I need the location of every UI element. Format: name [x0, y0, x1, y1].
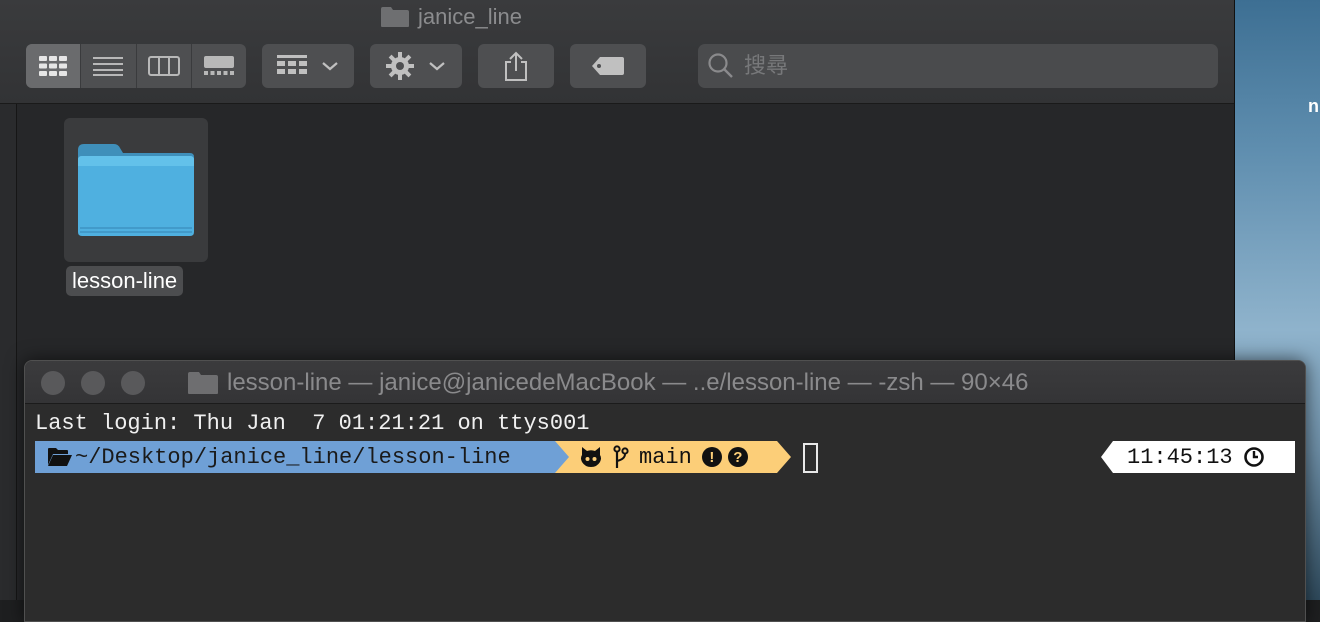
clock-icon — [1243, 447, 1264, 467]
desktop-partial-text: n — [1308, 96, 1319, 116]
terminal-title-text: lesson-line — janice@janicedeMacBook — .… — [227, 369, 1029, 396]
sidebar-edge — [0, 104, 17, 600]
prompt-path: ~/Desktop/janice_line/lesson-line — [75, 444, 511, 470]
prompt-path-segment: ~/Desktop/janice_line/lesson-line — [35, 441, 555, 473]
exclamation-icon: ! — [701, 447, 722, 467]
prompt-separator-arrow — [777, 441, 791, 473]
finder-toolbar: janice_line — [0, 0, 1234, 104]
gallery-view-button[interactable] — [192, 44, 246, 88]
minimize-button[interactable] — [81, 371, 105, 395]
close-button[interactable] — [41, 371, 65, 395]
tag-icon — [592, 57, 624, 75]
grid-icon — [39, 56, 68, 76]
terminal-titlebar: lesson-line — janice@janicedeMacBook — .… — [25, 361, 1305, 404]
gallery-icon — [203, 56, 234, 75]
question-icon: ? — [727, 447, 748, 467]
column-view-button[interactable] — [137, 44, 192, 88]
git-branch-name: main — [639, 444, 692, 470]
list-icon — [93, 57, 124, 76]
share-button[interactable] — [478, 44, 554, 88]
gear-icon — [386, 52, 414, 80]
zoom-button[interactable] — [121, 371, 145, 395]
shell-prompt: ~/Desktop/janice_line/lesson-line main !… — [35, 441, 1295, 473]
search-field[interactable] — [698, 44, 1218, 88]
prompt-git-segment: main ! ? — [555, 441, 777, 473]
folder-open-icon — [48, 448, 72, 466]
terminal-title: lesson-line — janice@janicedeMacBook — .… — [187, 369, 1028, 397]
action-menu-button[interactable] — [370, 44, 462, 88]
chevron-down-icon — [429, 62, 445, 71]
folder-icon-selection — [64, 118, 208, 262]
terminal-content[interactable]: Last login: Thu Jan 7 01:21:21 on ttys00… — [35, 409, 1295, 473]
group-icon — [277, 55, 307, 74]
tags-button[interactable] — [570, 44, 646, 88]
chevron-down-icon — [322, 62, 338, 71]
group-by-button[interactable] — [262, 44, 354, 88]
folder-icon — [78, 144, 194, 236]
columns-icon — [147, 56, 180, 76]
search-input[interactable] — [742, 52, 1186, 80]
prompt-separator-arrow — [1101, 441, 1113, 473]
folder-title-icon — [381, 7, 409, 27]
git-branch-icon — [613, 445, 629, 468]
folder-name-label: lesson-line — [66, 266, 184, 296]
finder-title: janice_line — [380, 4, 522, 30]
share-icon — [505, 51, 527, 81]
icon-view-button[interactable] — [26, 44, 82, 88]
prompt-separator-arrow — [555, 441, 569, 473]
view-mode-segmented-control — [26, 44, 246, 88]
github-octocat-icon — [581, 447, 601, 467]
list-view-button[interactable] — [81, 44, 137, 88]
prompt-time: 11:45:13 — [1127, 444, 1233, 470]
last-login-line: Last login: Thu Jan 7 01:21:21 on ttys00… — [35, 411, 590, 436]
folder-title-icon — [188, 372, 218, 394]
search-icon — [708, 53, 733, 78]
finder-title-text: janice_line — [418, 4, 522, 29]
prompt-time-segment: 11:45:13 — [1113, 441, 1295, 473]
text-cursor — [803, 443, 818, 473]
folder-item[interactable]: lesson-line — [64, 118, 208, 296]
terminal-window: lesson-line — janice@janicedeMacBook — .… — [24, 360, 1306, 622]
